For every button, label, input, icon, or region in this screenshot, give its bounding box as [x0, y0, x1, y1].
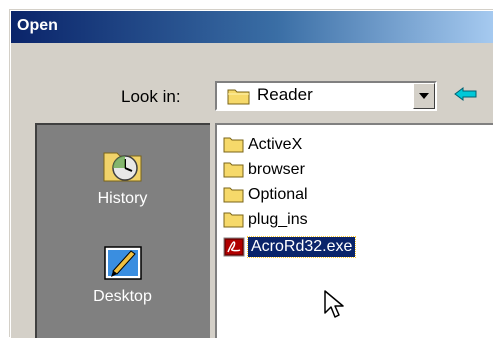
file-name: AcroRd32.exe: [246, 236, 357, 258]
list-item[interactable]: browser: [223, 158, 305, 182]
file-list[interactable]: ActiveX browser Optional plug_ins AcroRd…: [215, 123, 493, 338]
folder-icon: [223, 160, 245, 180]
file-name: plug_ins: [248, 211, 308, 228]
dropdown-button[interactable]: [413, 83, 435, 109]
title-bar[interactable]: Open: [11, 11, 493, 43]
back-arrow-icon[interactable]: [454, 87, 478, 106]
places-label-history: History: [97, 190, 148, 207]
mouse-pointer-icon: [323, 289, 349, 326]
list-item[interactable]: plug_ins: [223, 208, 308, 232]
folder-icon: [227, 87, 251, 110]
desktop-icon: [101, 246, 145, 287]
open-dialog: Open Look in: Reader History Desktop Act…: [10, 10, 493, 338]
places-label-desktop: Desktop: [93, 288, 152, 305]
window-title: Open: [17, 17, 58, 34]
acrobat-exe-icon: [223, 237, 245, 257]
folder-icon: [223, 185, 245, 205]
file-name: browser: [248, 161, 305, 178]
folder-icon: [223, 210, 245, 230]
folder-icon: [223, 135, 245, 155]
file-name: ActiveX: [248, 136, 303, 153]
look-in-label: Look in:: [121, 87, 181, 106]
places-bar: History Desktop: [35, 123, 210, 338]
file-name: Optional: [248, 186, 308, 203]
look-in-dropdown[interactable]: Reader: [215, 81, 437, 111]
look-in-value: Reader: [257, 85, 313, 104]
list-item[interactable]: ActiveX: [223, 133, 302, 157]
list-item[interactable]: Optional: [223, 183, 308, 207]
history-icon: [101, 152, 145, 189]
places-item-desktop[interactable]: Desktop: [37, 241, 208, 306]
places-item-history[interactable]: History: [37, 143, 208, 208]
list-item-selected[interactable]: AcroRd32.exe: [223, 235, 357, 259]
